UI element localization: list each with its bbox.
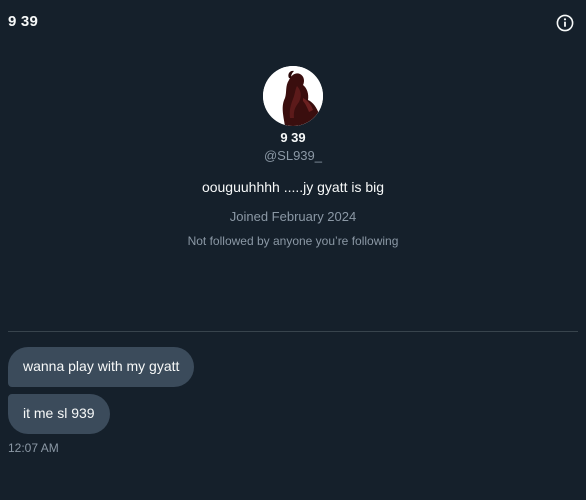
user-handle: @SL939_ bbox=[263, 148, 323, 163]
message-timestamp: 12:07 AM bbox=[8, 441, 59, 455]
followers-note: Not followed by anyone you’re following bbox=[187, 234, 399, 248]
header-title: 9 39 bbox=[8, 13, 38, 30]
conversation-header: 9 39 bbox=[0, 0, 586, 46]
avatar[interactable] bbox=[263, 66, 323, 126]
message-bubble[interactable]: it me sl 939 bbox=[8, 394, 110, 434]
message-bubble[interactable]: wanna play with my gyatt bbox=[8, 347, 195, 387]
display-name: 9 39 bbox=[280, 130, 306, 145]
info-icon[interactable] bbox=[556, 14, 574, 32]
profile-bio: oouguuhhhh .....jy gyatt is big bbox=[201, 179, 385, 195]
profile-summary[interactable]: 9 39 @SL939_ oouguuhhhh .....jy gyatt is… bbox=[0, 66, 586, 248]
joined-date: Joined February 2024 bbox=[229, 209, 357, 224]
divider bbox=[8, 331, 578, 332]
